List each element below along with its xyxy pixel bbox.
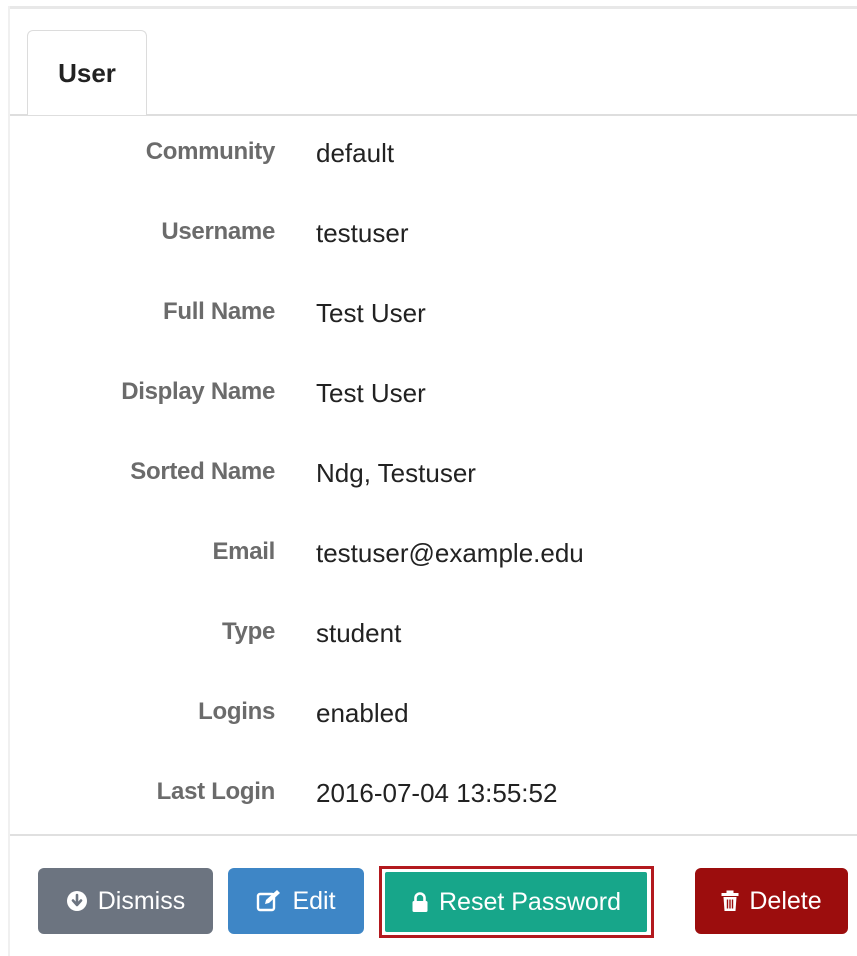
reset-password-button[interactable]: Reset Password — [385, 872, 647, 932]
field-value: Test User — [316, 298, 426, 328]
field-label: Community — [145, 138, 276, 165]
field-label: Logins — [198, 698, 275, 725]
field-value: 2016-07-04 13:55:52 — [316, 778, 558, 808]
field-value: student — [316, 618, 402, 648]
tab-label: User — [58, 57, 116, 88]
dismiss-label: Dismiss — [97, 886, 186, 915]
field-logins: Logins enabled — [0, 698, 857, 738]
edit-icon — [256, 890, 282, 912]
dismiss-button[interactable]: Dismiss — [38, 868, 213, 934]
field-value: testuser — [316, 218, 409, 248]
lock-icon — [411, 891, 429, 913]
field-value: default — [316, 138, 395, 168]
trash-icon — [721, 890, 739, 912]
field-full-name: Full Name Test User — [0, 298, 857, 338]
field-value: Test User — [316, 378, 426, 408]
delete-button[interactable]: Delete — [695, 868, 848, 934]
arrow-circle-down-icon — [66, 890, 88, 912]
field-label: Sorted Name — [130, 458, 275, 485]
field-label: Last Login — [156, 778, 276, 805]
top-divider — [10, 6, 857, 9]
field-label: Email — [212, 538, 275, 565]
field-last-login: Last Login 2016-07-04 13:55:52 — [0, 778, 857, 818]
field-label: Full Name — [163, 298, 275, 325]
field-label: Username — [161, 218, 275, 245]
field-value: testuser@example.edu — [316, 538, 584, 568]
field-type: Type student — [0, 618, 857, 658]
reset-password-label: Reset Password — [438, 887, 622, 916]
field-display-name: Display Name Test User — [0, 378, 857, 418]
field-sorted-name: Sorted Name Ndg, Testuser — [0, 458, 857, 498]
delete-label: Delete — [749, 886, 822, 915]
tab-user[interactable]: User — [27, 30, 147, 115]
field-username: Username testuser — [0, 218, 857, 258]
field-value: enabled — [316, 698, 409, 728]
edit-button[interactable]: Edit — [228, 868, 364, 934]
field-email: Email testuser@example.edu — [0, 538, 857, 578]
field-value: Ndg, Testuser — [316, 458, 476, 488]
edit-label: Edit — [292, 886, 336, 915]
field-community: Community default — [0, 138, 857, 178]
footer-divider — [10, 834, 857, 836]
field-label: Type — [221, 618, 275, 645]
field-label: Display Name — [121, 378, 275, 405]
